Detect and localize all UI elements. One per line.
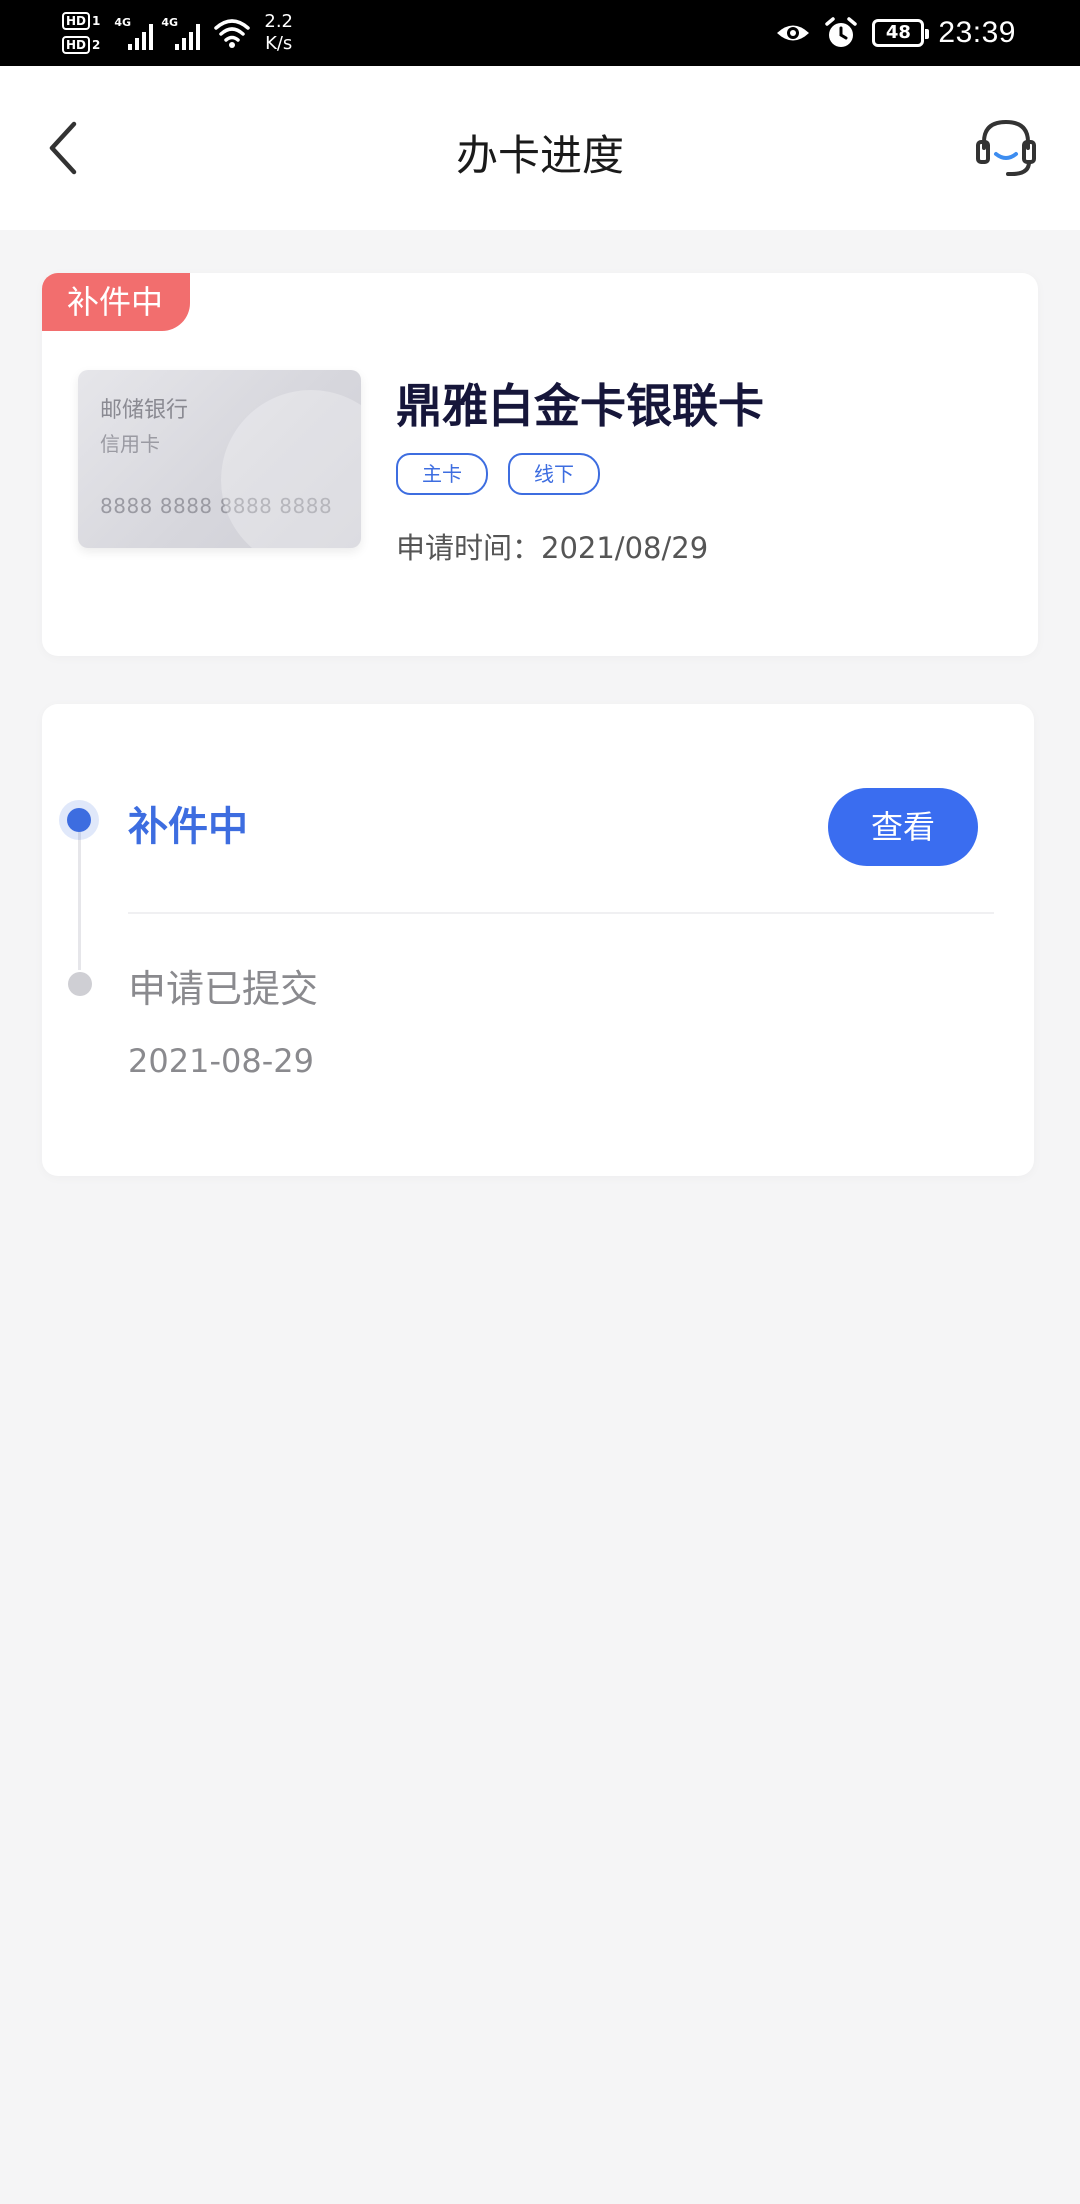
status-bar: HD 1 HD 2 4G 4G 2.2 K/s 48 23:39 — [0, 0, 1080, 66]
hd-label: HD — [62, 36, 91, 54]
headset-icon — [976, 119, 1036, 176]
nav-bar: 办卡进度 — [0, 66, 1080, 230]
card-name: 鼎雅白金卡银联卡 — [396, 379, 764, 433]
chip-offline: 线下 — [508, 453, 600, 495]
sim-number: 1 — [92, 14, 101, 28]
signal-bars — [128, 22, 154, 50]
timeline-dot-inactive — [68, 972, 92, 996]
timeline-line — [78, 820, 81, 970]
network-type: 4G — [161, 16, 179, 29]
card-bank-name: 邮储银行 — [100, 398, 189, 423]
eye-icon — [776, 16, 810, 50]
page-title: 办卡进度 — [455, 131, 624, 180]
signal-bars — [175, 22, 201, 50]
hd-label: HD — [62, 12, 91, 30]
signal-2-icon: 4G — [161, 16, 201, 50]
card-chips: 主卡 线下 — [396, 453, 600, 495]
card-summary: 补件中 邮储银行 信用卡 8888 8888 8888 8888 鼎雅白金卡银联… — [42, 273, 1038, 656]
speed-unit: K/s — [265, 33, 293, 54]
timeline-dot-active — [67, 808, 91, 832]
view-button[interactable]: 查看 — [828, 788, 978, 866]
divider — [128, 912, 994, 914]
hd-badge-2: HD 2 — [62, 35, 100, 55]
hd-badge-1: HD 1 — [62, 11, 100, 31]
card-type-label: 信用卡 — [100, 432, 160, 456]
step-submitted-date: 2021-08-29 — [128, 1042, 314, 1080]
step-current-label: 补件中 — [128, 804, 248, 850]
chip-primary-card: 主卡 — [396, 453, 488, 495]
credit-card-image: 邮储银行 信用卡 8888 8888 8888 8888 — [78, 370, 361, 548]
network-type: 4G — [114, 16, 132, 29]
sim-number: 2 — [92, 38, 101, 52]
hd-stack: HD 1 HD 2 — [62, 11, 100, 55]
step-submitted-label: 申请已提交 — [128, 967, 319, 1011]
card-number: 8888 8888 8888 8888 — [100, 494, 333, 518]
customer-service-button[interactable] — [972, 114, 1040, 182]
status-right: 48 23:39 — [776, 12, 1016, 54]
apply-time: 申请时间：2021/08/29 — [396, 531, 709, 565]
alarm-icon — [824, 16, 858, 50]
progress-card: 补件中 查看 申请已提交 2021-08-29 — [42, 704, 1034, 1176]
status-left: HD 1 HD 2 4G 4G 2.2 K/s — [62, 8, 293, 58]
wifi-icon — [214, 16, 251, 50]
speed-value: 2.2 — [264, 11, 294, 32]
status-badge: 补件中 — [42, 273, 190, 331]
clock: 23:39 — [938, 16, 1016, 49]
battery-indicator: 48 — [872, 19, 930, 47]
signal-1-icon: 4G — [114, 16, 154, 50]
network-speed: 2.2 K/s — [264, 11, 293, 55]
